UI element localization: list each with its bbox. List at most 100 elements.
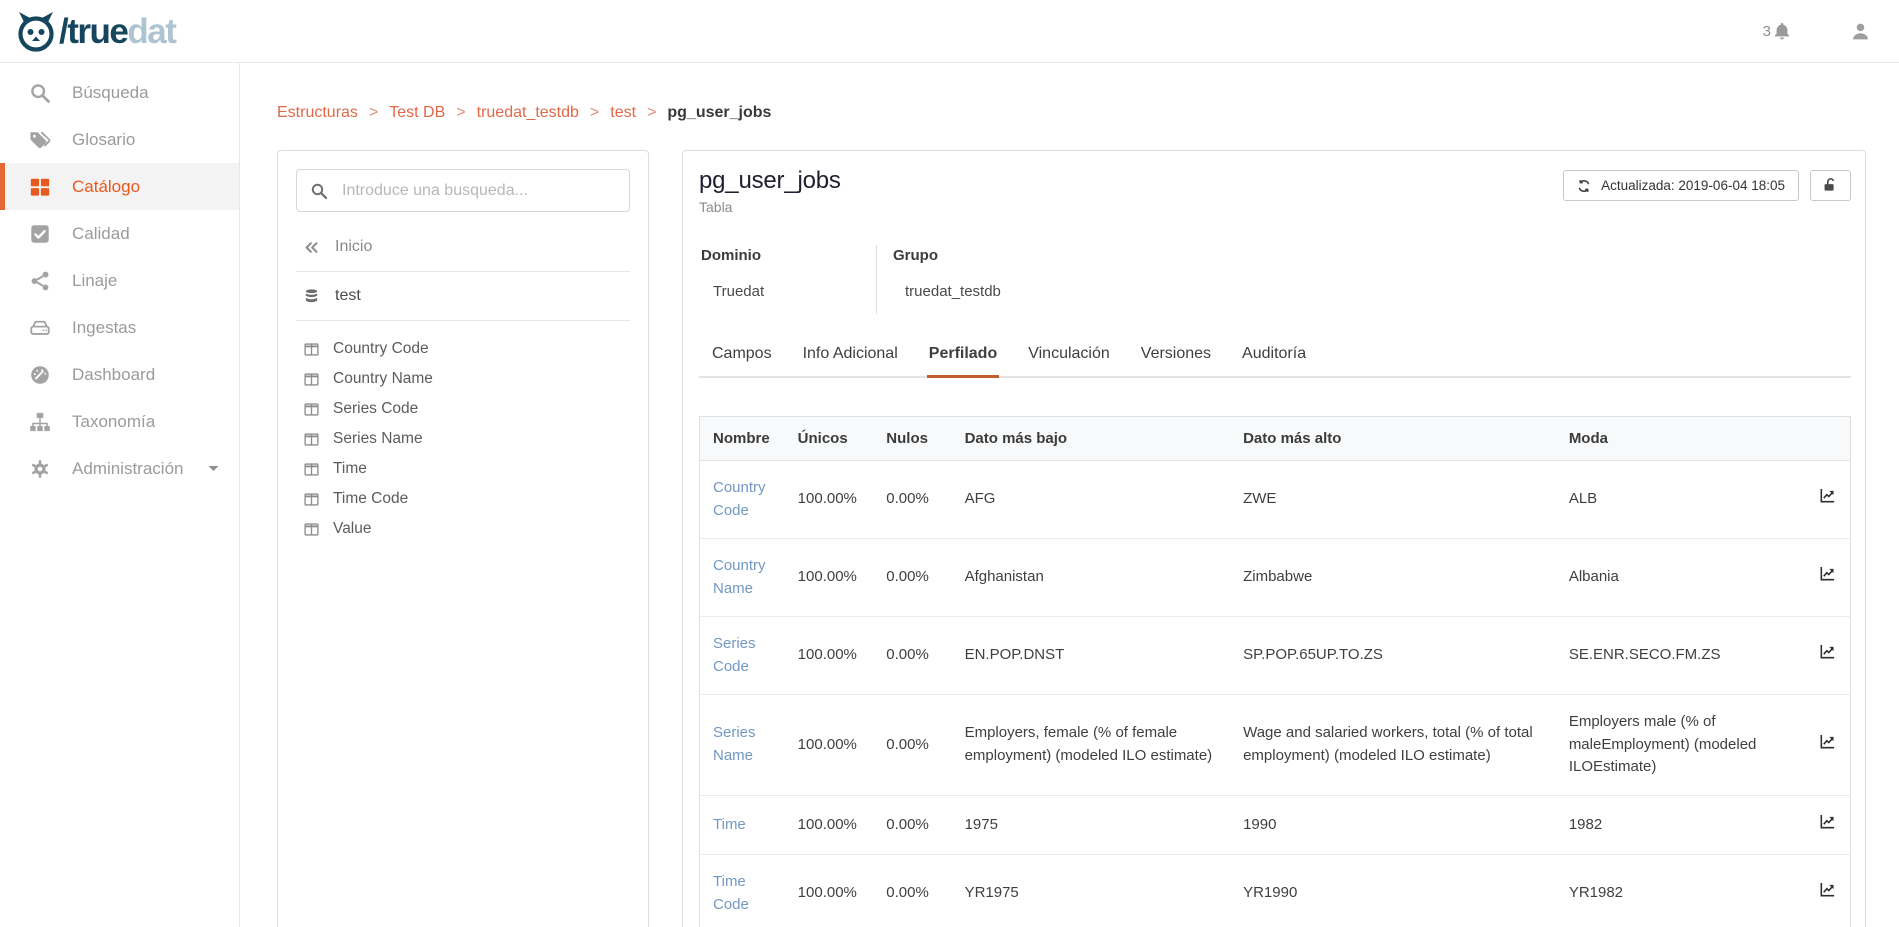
- table-row: Time Code100.00%0.00%YR1975YR1990YR1982: [700, 855, 1851, 927]
- refresh-icon: [1577, 179, 1591, 193]
- cell-chart: [1804, 695, 1850, 796]
- cell-highest: ZWE: [1230, 461, 1556, 539]
- chevron-down-icon: [205, 460, 222, 477]
- refresh-updated-button[interactable]: Actualizada: 2019-06-04 18:05: [1563, 170, 1799, 201]
- meta-grupo: Grupo truedat_testdb: [877, 245, 1001, 314]
- field-link-series-code[interactable]: Series Code: [713, 635, 756, 675]
- column-header-actions: [1804, 417, 1850, 461]
- sidebar-item-busqueda[interactable]: Búsqueda: [0, 69, 239, 116]
- tree-home-button[interactable]: Inicio: [296, 223, 630, 271]
- sidebar-item-glosario[interactable]: Glosario: [0, 116, 239, 163]
- column-header-dato-mas-bajo: Dato más bajo: [952, 417, 1231, 461]
- tab-versiones[interactable]: Versiones: [1139, 337, 1213, 376]
- column-header-dato-mas-alto: Dato más alto: [1230, 417, 1556, 461]
- user-icon[interactable]: [1850, 21, 1871, 42]
- chart-line-icon[interactable]: [1818, 564, 1837, 583]
- sidebar-item-linaje[interactable]: Linaje: [0, 257, 239, 304]
- tab-perfilado[interactable]: Perfilado: [927, 337, 999, 378]
- sidebar-item-taxonomia[interactable]: Taxonomía: [0, 398, 239, 445]
- sidebar-item-ingestas[interactable]: Ingestas: [0, 304, 239, 351]
- breadcrumb-link-estructuras[interactable]: Estructuras: [277, 104, 358, 121]
- sidebar-item-dashboard[interactable]: Dashboard: [0, 351, 239, 398]
- field-link-country-code[interactable]: Country Code: [713, 479, 766, 519]
- tab-info-adicional[interactable]: Info Adicional: [801, 337, 900, 376]
- columns-icon: [303, 491, 320, 508]
- tab-campos[interactable]: Campos: [710, 337, 774, 376]
- field-link-time-code[interactable]: Time Code: [713, 873, 749, 913]
- sitemap-icon: [29, 411, 51, 433]
- cell-nulls: 0.00%: [873, 795, 951, 855]
- cell-highest: Wage and salaried workers, total (% of t…: [1230, 695, 1556, 796]
- cell-highest: SP.POP.65UP.TO.ZS: [1230, 617, 1556, 695]
- sidebar-item-label: Taxonomía: [72, 412, 155, 432]
- cell-name: Series Code: [700, 617, 785, 695]
- cell-chart: [1804, 795, 1850, 855]
- tree-field-series-name[interactable]: Series Name: [296, 424, 630, 454]
- tree-field-value[interactable]: Value: [296, 514, 630, 544]
- cell-name: Time Code: [700, 855, 785, 927]
- cell-name: Country Code: [700, 461, 785, 539]
- meta-label: Dominio: [701, 247, 876, 264]
- cell-name: Time: [700, 795, 785, 855]
- tab-auditoria[interactable]: Auditoría: [1240, 337, 1308, 376]
- chart-line-icon[interactable]: [1818, 732, 1837, 751]
- tree-fields: Country Code Country Name Series CodeSerie…: [296, 334, 630, 544]
- truedat-logo: /truedat: [14, 9, 175, 53]
- table-row: Country Name100.00%0.00%AfghanistanZimba…: [700, 539, 1851, 617]
- breadcrumb-link-test-db[interactable]: Test DB: [389, 104, 445, 121]
- profile-table-body: Country Code100.00%0.00%AFGZWEALBCountry…: [700, 461, 1851, 927]
- sidebar-item-label: Linaje: [72, 271, 117, 291]
- cell-highest: Zimbabwe: [1230, 539, 1556, 617]
- cell-highest: 1990: [1230, 795, 1556, 855]
- table-row: Series Code100.00%0.00%EN.POP.DNSTSP.POP…: [700, 617, 1851, 695]
- breadcrumb-link-test[interactable]: test: [610, 104, 636, 121]
- tree-field-series-code[interactable]: Series Code: [296, 394, 630, 424]
- header-actions: Actualizada: 2019-06-04 18:05: [1563, 170, 1851, 201]
- notifications-button[interactable]: 3: [1763, 21, 1792, 41]
- chart-line-icon[interactable]: [1818, 880, 1837, 899]
- confidentiality-button[interactable]: [1810, 170, 1851, 201]
- columns-icon: [303, 431, 320, 448]
- meta-dominio: Dominio Truedat: [699, 245, 877, 314]
- columns-icon: [303, 341, 320, 358]
- tree-field-country-name[interactable]: Country Name: [296, 364, 630, 394]
- updated-label: Actualizada: 2019-06-04 18:05: [1601, 178, 1785, 193]
- breadcrumb-link-truedat-testdb[interactable]: truedat_testdb: [477, 104, 579, 121]
- sidebar-item-administracion[interactable]: Administración: [0, 445, 239, 492]
- sidebar-item-catalogo[interactable]: Catálogo: [0, 163, 239, 210]
- cell-name: Country Name: [700, 539, 785, 617]
- brand-text: /truedat: [59, 14, 175, 49]
- breadcrumb-current: pg_user_jobs: [667, 104, 771, 121]
- title-block: pg_user_jobs Tabla: [699, 167, 841, 215]
- cell-chart: [1804, 539, 1850, 617]
- chart-line-icon[interactable]: [1818, 812, 1837, 831]
- columns-icon: [303, 521, 320, 538]
- cell-uniques: 100.00%: [785, 855, 874, 927]
- cell-mode: ALB: [1556, 461, 1805, 539]
- cell-mode: SE.ENR.SECO.FM.ZS: [1556, 617, 1805, 695]
- table-row: Series Name100.00%0.00%Employers, female…: [700, 695, 1851, 796]
- tree-field-time-code[interactable]: Time Code: [296, 484, 630, 514]
- search-icon: [29, 82, 51, 104]
- tree-search-input[interactable]: [340, 181, 616, 201]
- sidebar-item-label: Calidad: [72, 224, 130, 244]
- tree-field-label: Country Name: [333, 370, 433, 388]
- tree-field-country-code[interactable]: Country Code: [296, 334, 630, 364]
- tree-schema-item[interactable]: test: [296, 272, 630, 320]
- angle-double-left-icon: [303, 239, 320, 256]
- columns-icon: [303, 371, 320, 388]
- tree-schema-label: test: [335, 287, 361, 305]
- field-link-time[interactable]: Time: [713, 816, 746, 833]
- breadcrumb-separator: >: [369, 104, 378, 121]
- field-link-series-name[interactable]: Series Name: [713, 724, 756, 764]
- tab-vinculacion[interactable]: Vinculación: [1026, 337, 1112, 376]
- field-link-country-name[interactable]: Country Name: [713, 557, 766, 597]
- cell-chart: [1804, 461, 1850, 539]
- tree-field-time[interactable]: Time: [296, 454, 630, 484]
- cell-lowest: 1975: [952, 795, 1231, 855]
- sidebar-item-calidad[interactable]: Calidad: [0, 210, 239, 257]
- chart-line-icon[interactable]: [1818, 642, 1837, 661]
- chart-line-icon[interactable]: [1818, 486, 1837, 505]
- cell-lowest: Afghanistan: [952, 539, 1231, 617]
- owl-logo-icon: [14, 9, 58, 53]
